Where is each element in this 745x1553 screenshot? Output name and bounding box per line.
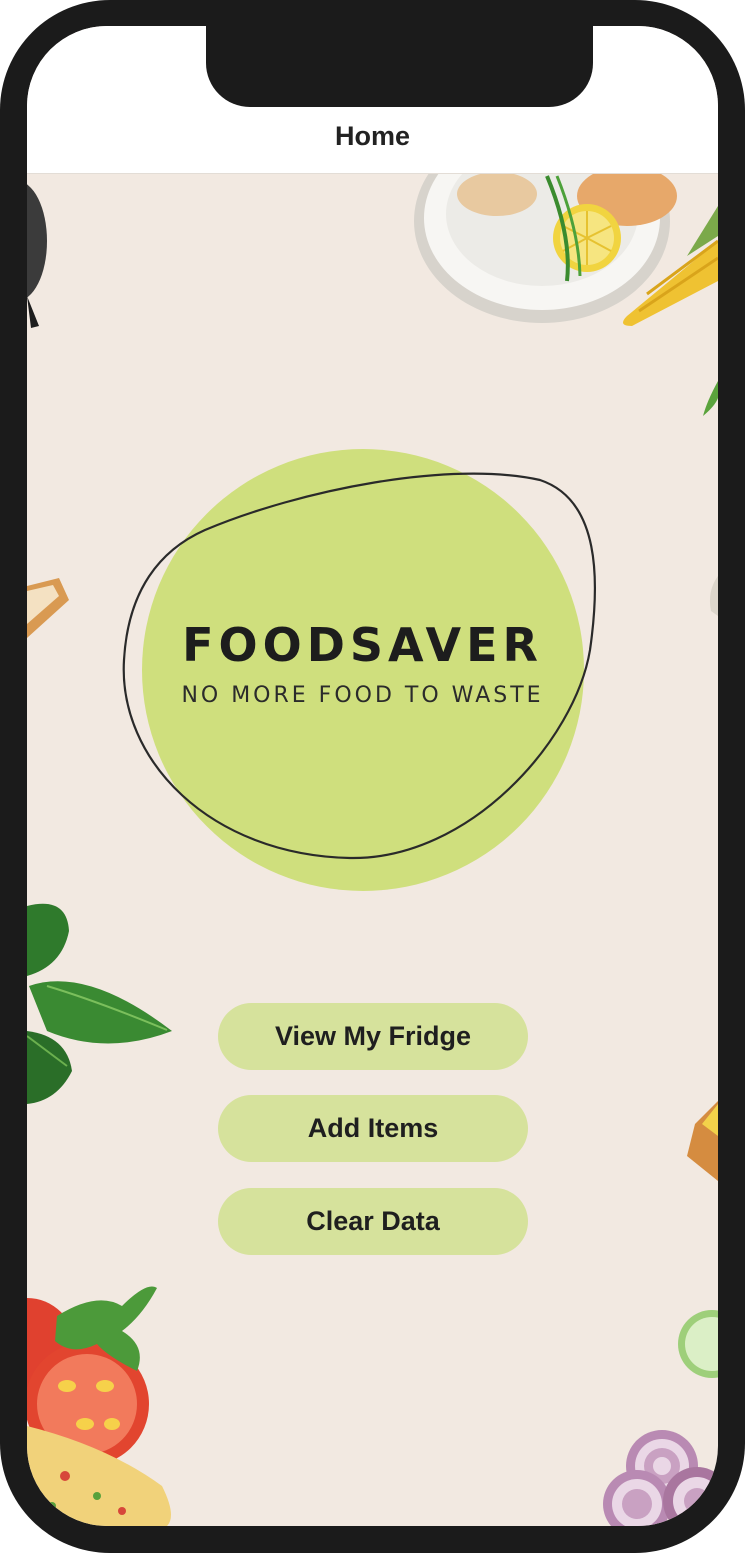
onion-icon — [603, 1430, 718, 1526]
device-frame: Home FOODSAVER NO MORE FOOD TO WASTE Vie… — [0, 0, 745, 1553]
brand-tagline: NO MORE FOOD TO WASTE — [181, 683, 544, 708]
view-my-fridge-button[interactable]: View My Fridge — [218, 1003, 528, 1070]
brand-title: FOODSAVER — [182, 618, 543, 672]
food-decorations — [27, 119, 718, 1526]
device-notch — [206, 26, 593, 107]
clear-data-button[interactable]: Clear Data — [218, 1188, 528, 1255]
basil-leaves-icon — [27, 903, 172, 1104]
cucumber-icon — [678, 1310, 718, 1378]
bowl-icon — [709, 576, 718, 616]
toast-icon — [27, 578, 69, 638]
add-items-button[interactable]: Add Items — [218, 1095, 528, 1162]
app-screen: Home — [27, 26, 718, 1526]
pan-icon — [27, 184, 47, 328]
leaf-icon — [703, 381, 718, 416]
page-title: Home — [334, 121, 410, 151]
cheese-icon — [687, 1101, 718, 1181]
